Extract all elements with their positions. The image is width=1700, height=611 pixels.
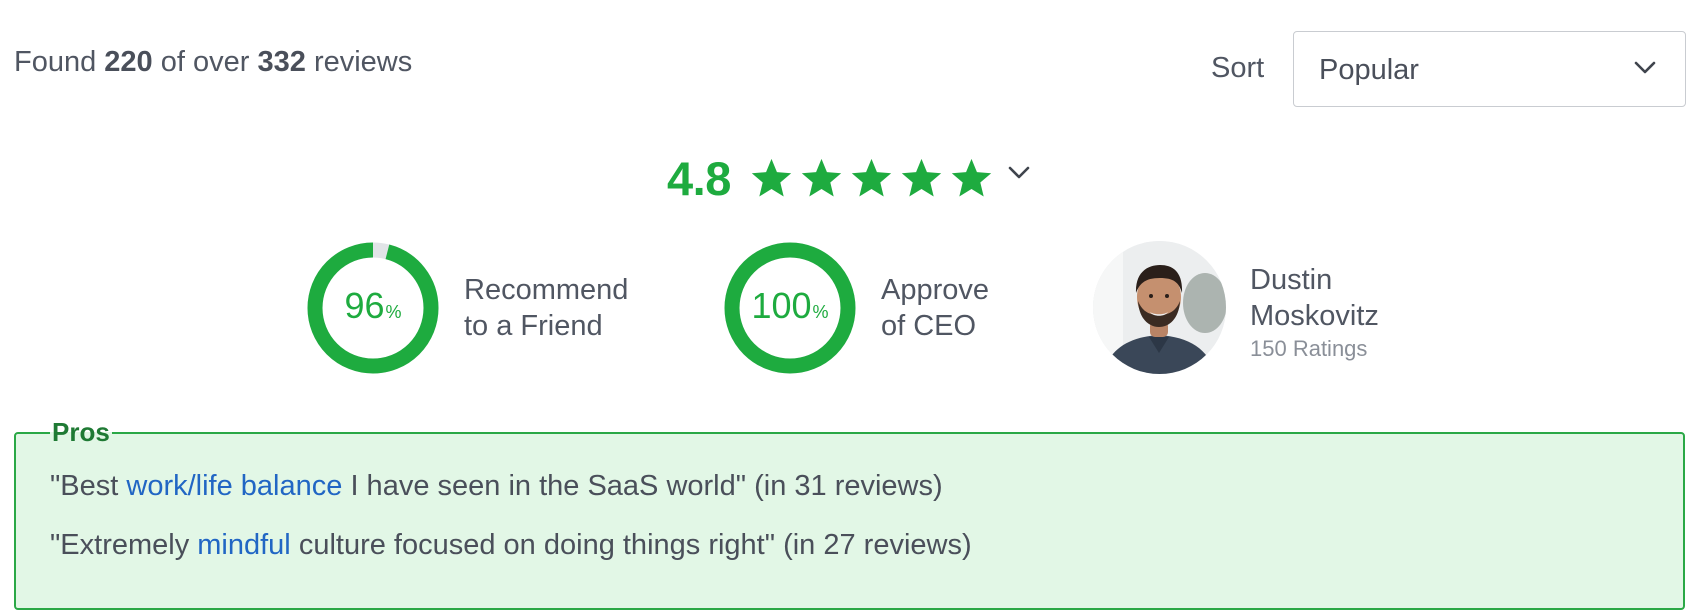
- ceo-name-last: Moskovitz: [1250, 299, 1379, 332]
- chevron-down-icon[interactable]: [1007, 165, 1031, 181]
- sort-label: Sort: [1211, 52, 1265, 84]
- review-count-summary: Found 220 of over 332 reviews: [14, 46, 412, 79]
- found-prefix: Found: [14, 46, 97, 78]
- found-count: 220: [104, 46, 153, 78]
- overall-rating: 4.8: [667, 150, 1031, 206]
- avatar[interactable]: [1093, 241, 1226, 374]
- star-icon: [951, 158, 992, 196]
- pro-item: "Extremely mindful culture focused on do…: [50, 529, 972, 562]
- pro-item: "Best work/life balance I have seen in t…: [50, 470, 943, 503]
- found-suffix: reviews: [313, 46, 413, 78]
- rating-value: 4.8: [667, 151, 731, 205]
- recommend-label-line1: Recommend: [464, 274, 629, 306]
- pro-text-after: culture focused on doing things right" (…: [290, 529, 972, 561]
- recommend-donut: 96%: [306, 241, 440, 375]
- pro-keyword-link[interactable]: mindful: [197, 529, 291, 561]
- sort-dropdown[interactable]: Popular: [1293, 31, 1686, 107]
- ceo-card: Dustin Moskovitz 150 Ratings: [1093, 241, 1379, 374]
- rating-stars: [749, 156, 999, 201]
- pro-text-before: "Best: [50, 470, 127, 502]
- ceo-approval-percent: 100: [751, 285, 812, 326]
- ceo-approval-donut: 100%: [723, 241, 857, 375]
- pro-keyword-link[interactable]: work/life balance: [126, 470, 342, 502]
- star-icon: [751, 158, 792, 196]
- chevron-down-icon: [1634, 61, 1656, 74]
- pros-box: Pros "Best work/life balance I have seen…: [14, 416, 1685, 610]
- recommend-percent: 96: [344, 285, 385, 326]
- star-icon: [901, 158, 942, 196]
- recommend-label-line2: to a Friend: [464, 310, 603, 342]
- recommend-stat: 96% Recommend to a Friend: [306, 241, 654, 375]
- pros-title: Pros: [50, 416, 112, 448]
- pro-text-before: "Extremely: [50, 529, 198, 561]
- percent-sign: %: [385, 302, 402, 322]
- ceo-approval-label-line1: Approve: [881, 274, 990, 306]
- star-icon: [801, 158, 842, 196]
- ceo-approval-stat: 100% Approve of CEO: [723, 241, 1071, 375]
- ceo-name-first: Dustin: [1250, 263, 1333, 296]
- ceo-ratings-count: 150 Ratings: [1250, 335, 1368, 361]
- star-icon: [851, 158, 892, 196]
- total-count: 332: [257, 46, 306, 78]
- pro-text-after: I have seen in the SaaS world" (in 31 re…: [342, 470, 943, 502]
- ceo-approval-label-line2: of CEO: [881, 310, 977, 342]
- percent-sign: %: [812, 302, 829, 322]
- sort-selected-value: Popular: [1319, 54, 1419, 86]
- found-middle: of over: [160, 46, 250, 78]
